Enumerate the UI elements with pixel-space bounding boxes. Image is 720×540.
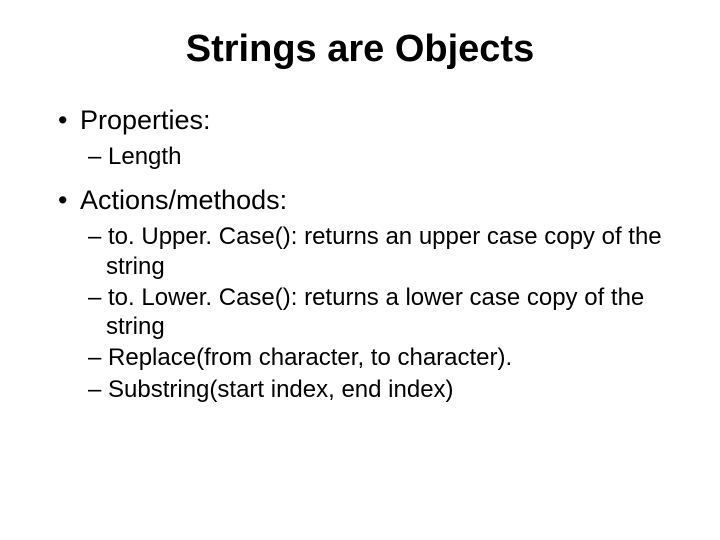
sub-list-item: – to. Lower. Case(): returns a lower cas…: [88, 283, 690, 342]
sub-list-item: – Replace(from character, to character).: [88, 343, 690, 372]
sub-list-item-label: Replace(from character, to character).: [108, 344, 512, 371]
bullet-list: •Properties: – Length •Actions/methods: …: [30, 105, 690, 404]
bullet-icon: •: [58, 185, 80, 216]
bullet-icon: •: [58, 105, 80, 136]
sub-list-item: – to. Upper. Case(): returns an upper ca…: [88, 222, 690, 281]
sub-list-item-label: to. Lower. Case(): returns a lower case …: [106, 284, 644, 340]
slide-title: Strings are Objects: [30, 28, 690, 71]
sub-list-item: – Substring(start index, end index): [88, 375, 690, 404]
list-item-label: Properties:: [80, 105, 211, 135]
list-item: •Properties: – Length: [58, 105, 690, 171]
sub-list-item-label: to. Upper. Case(): returns an upper case…: [106, 223, 662, 279]
sub-list-item-label: Length: [108, 143, 181, 170]
sub-list-item: – Length: [88, 142, 690, 171]
sub-list: – to. Upper. Case(): returns an upper ca…: [58, 222, 690, 404]
sub-list: – Length: [58, 142, 690, 171]
sub-list-item-label: Substring(start index, end index): [108, 376, 454, 403]
slide: Strings are Objects •Properties: – Lengt…: [0, 0, 720, 540]
list-item-label: Actions/methods:: [80, 185, 287, 215]
list-item: •Actions/methods: – to. Upper. Case(): r…: [58, 185, 690, 404]
